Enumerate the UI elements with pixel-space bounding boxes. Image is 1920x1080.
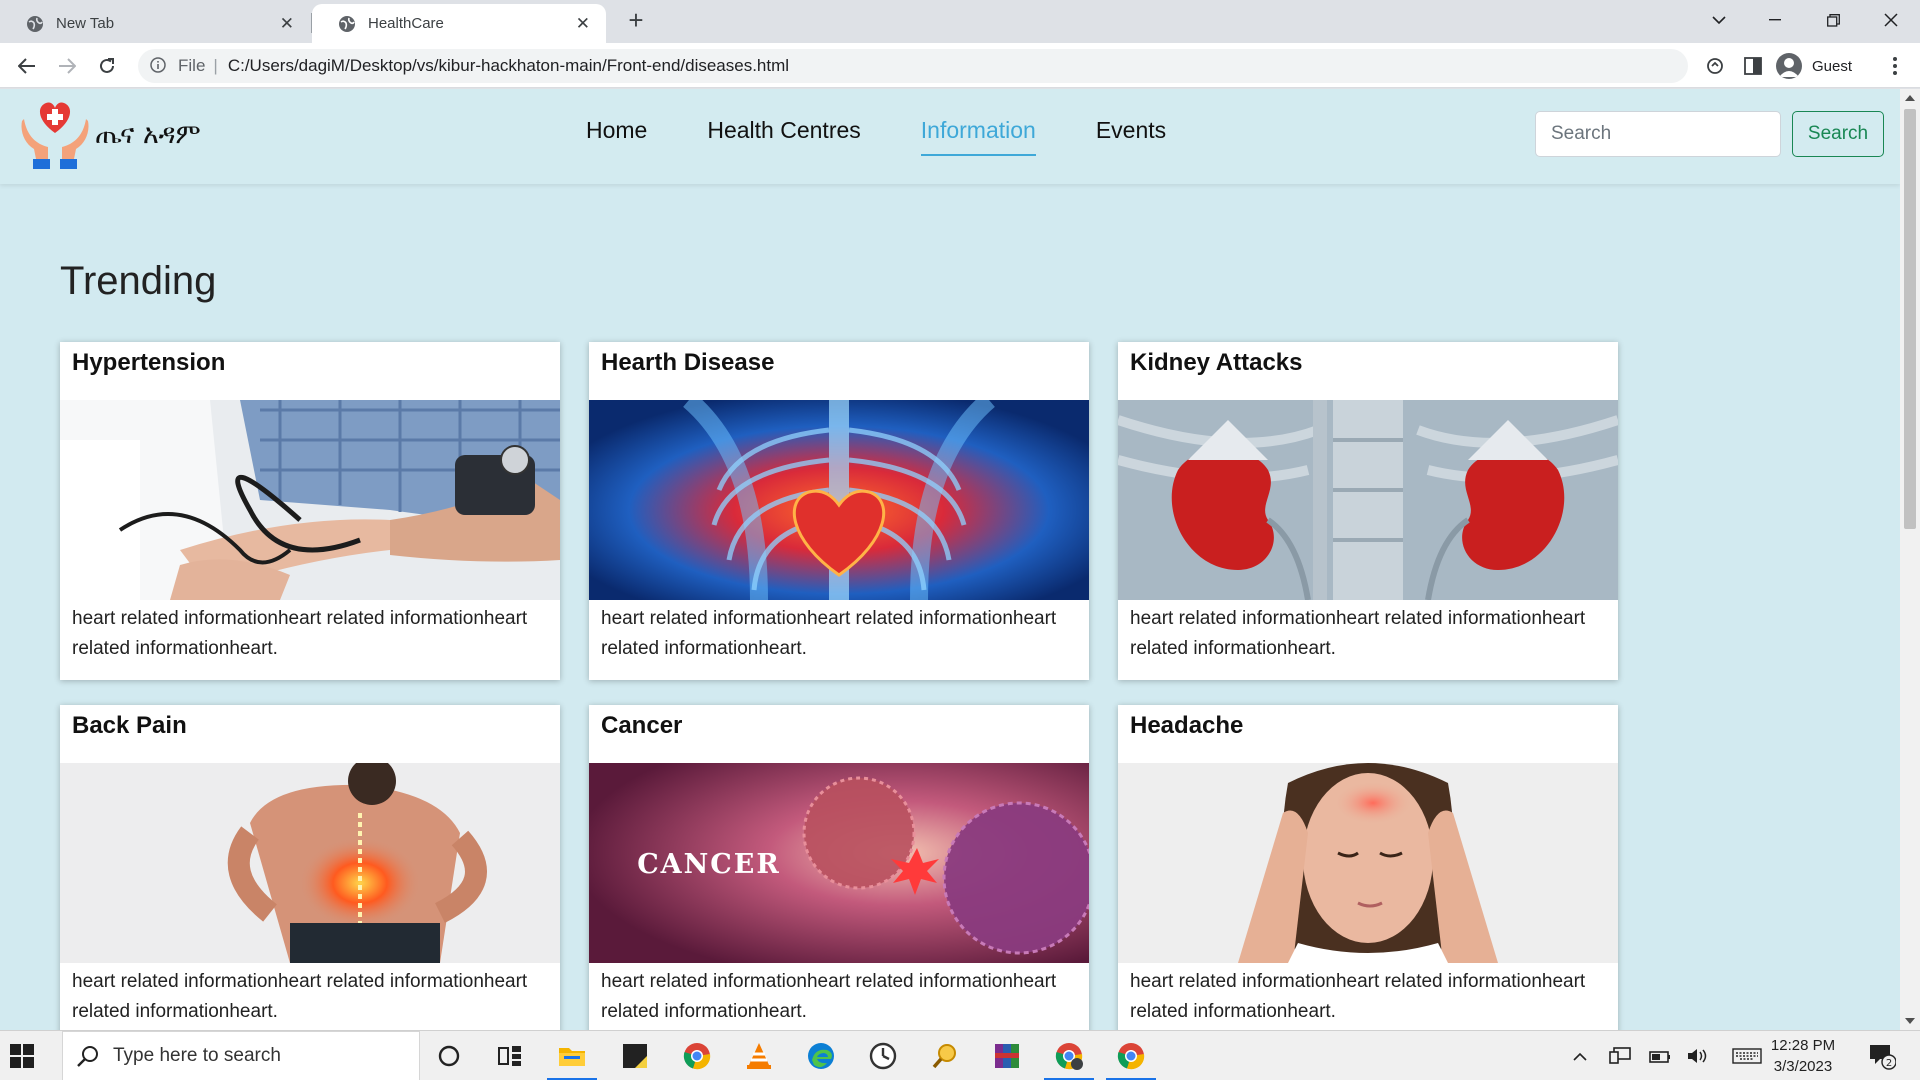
avatar-icon <box>1776 53 1802 79</box>
card-title: Headache <box>1130 712 1244 739</box>
brand-name[interactable]: ጤና አዳም <box>95 119 201 151</box>
card-text: heart related informationheart related i… <box>1130 608 1586 659</box>
globe-icon <box>26 15 44 33</box>
kidney-image <box>1118 400 1618 600</box>
search-icon <box>77 1045 99 1067</box>
tab-healthcare[interactable]: HealthCare ✕ <box>312 4 606 43</box>
edge-icon[interactable] <box>804 1038 838 1074</box>
close-window-button[interactable] <box>1868 6 1914 34</box>
card-title: Kidney Attacks <box>1130 349 1303 376</box>
clock-date: 3/3/2023 <box>1773 1058 1833 1075</box>
disease-card-back-pain[interactable]: Back Pain heart related informationheart… <box>60 705 560 1030</box>
card-text: heart related informationheart related i… <box>72 608 528 659</box>
main-nav: Home Health Centres Information Events <box>586 117 1166 156</box>
search-button[interactable]: Search <box>1792 111 1884 157</box>
profile-button[interactable]: Guest <box>1776 49 1852 83</box>
scroll-down-icon[interactable] <box>1905 1018 1915 1024</box>
chrome-active-icon[interactable] <box>1106 1038 1156 1080</box>
disease-card-kidney-attacks[interactable]: Kidney Attacks heart related information… <box>1118 342 1618 680</box>
clock-time: 12:28 PM <box>1770 1037 1836 1054</box>
windows-start-icon[interactable] <box>10 1044 34 1068</box>
card-title: Hypertension <box>72 349 226 376</box>
tab-title: HealthCare <box>368 15 444 32</box>
keyboard-icon[interactable] <box>1730 1044 1764 1068</box>
notification-center-icon[interactable]: 2 <box>1868 1042 1897 1070</box>
disease-card-cancer[interactable]: Cancer CANCER heart related informationh… <box>589 705 1089 1030</box>
windows-taskbar: Type here to search 12:28 PM 3/3/2023 2 <box>0 1030 1920 1080</box>
cancer-image-caption: CANCER <box>637 849 781 880</box>
page-scrollbar[interactable] <box>1900 89 1920 1030</box>
cortana-icon[interactable] <box>432 1038 466 1074</box>
notification-count: 2 <box>1886 1058 1892 1069</box>
battery-icon[interactable] <box>1648 1044 1672 1068</box>
nav-events[interactable]: Events <box>1096 117 1166 156</box>
address-bar[interactable]: File | C:/Users/dagiM/Desktop/vs/kibur-h… <box>138 49 1688 83</box>
cancer-image: CANCER <box>589 763 1089 963</box>
side-panel-icon[interactable] <box>1738 51 1768 81</box>
heart-disease-image <box>589 400 1089 600</box>
network-icon[interactable] <box>1608 1044 1632 1068</box>
vlc-icon[interactable] <box>742 1038 776 1074</box>
minimize-button[interactable] <box>1752 6 1798 34</box>
page-viewport: ጤና አዳም Home Health Centres Information E… <box>0 89 1900 1030</box>
search-input[interactable] <box>1535 111 1781 157</box>
chrome-icon[interactable] <box>680 1038 714 1074</box>
back-pain-image <box>60 763 560 963</box>
tab-new-tab[interactable]: New Tab ✕ <box>0 4 310 43</box>
browser-tab-bar: New Tab ✕ HealthCare ✕ + <box>0 0 1920 43</box>
card-text: heart related informationheart related i… <box>601 608 1057 659</box>
reload-button[interactable] <box>92 51 122 81</box>
site-navbar: ጤና አዳም Home Health Centres Information E… <box>0 89 1900 184</box>
task-view-icon[interactable] <box>493 1038 527 1074</box>
url-text[interactable]: C:/Users/dagiM/Desktop/vs/kibur-hackhato… <box>228 56 789 76</box>
forward-button[interactable] <box>52 51 82 81</box>
disease-card-headache[interactable]: Headache heart related informationheart … <box>1118 705 1618 1030</box>
address-separator: | <box>213 56 218 75</box>
nav-home[interactable]: Home <box>586 117 647 156</box>
extension-icon[interactable] <box>1700 51 1730 81</box>
headache-image <box>1118 763 1618 963</box>
nav-information[interactable]: Information <box>920 117 1036 156</box>
search-app-icon[interactable] <box>928 1038 962 1074</box>
browser-toolbar: File | C:/Users/dagiM/Desktop/vs/kibur-h… <box>0 43 1920 88</box>
tab-title: New Tab <box>56 15 115 32</box>
card-text: heart related informationheart related i… <box>72 971 528 1022</box>
menu-kebab-icon[interactable] <box>1880 51 1910 81</box>
volume-icon[interactable] <box>1686 1044 1710 1068</box>
chevron-up-icon[interactable] <box>1568 1044 1592 1068</box>
nav-health-centres[interactable]: Health Centres <box>707 117 860 156</box>
hypertension-image <box>60 400 560 600</box>
card-text: heart related informationheart related i… <box>601 971 1057 1022</box>
profile-label: Guest <box>1812 57 1853 75</box>
clock-app-icon[interactable] <box>866 1038 900 1074</box>
taskbar-search-placeholder: Type here to search <box>113 1045 281 1066</box>
taskbar-search-box[interactable]: Type here to search <box>62 1031 420 1080</box>
close-tab-icon[interactable]: ✕ <box>576 14 590 34</box>
back-button[interactable] <box>12 51 42 81</box>
section-title: Trending <box>60 259 217 303</box>
close-tab-icon[interactable]: ✕ <box>280 14 294 34</box>
scrollbar-thumb[interactable] <box>1904 109 1916 529</box>
winrar-icon[interactable] <box>990 1038 1024 1074</box>
file-explorer-icon[interactable] <box>547 1038 597 1080</box>
chrome-profile-icon[interactable] <box>1044 1038 1094 1080</box>
card-title: Hearth Disease <box>601 349 775 376</box>
tab-search-chevron-icon[interactable] <box>1696 6 1742 34</box>
disease-card-hypertension[interactable]: Hypertension heart related informationhe… <box>60 342 560 680</box>
taskbar-clock[interactable]: 12:28 PM 3/3/2023 <box>1765 1035 1841 1077</box>
sticky-notes-icon[interactable] <box>618 1038 652 1074</box>
healthcare-logo-icon[interactable] <box>18 97 92 173</box>
card-text: heart related informationheart related i… <box>1130 971 1586 1022</box>
scheme-label: File <box>178 56 206 75</box>
scroll-up-icon[interactable] <box>1905 95 1915 101</box>
card-title: Back Pain <box>72 712 187 739</box>
card-title: Cancer <box>601 712 683 739</box>
site-info-icon[interactable] <box>150 57 168 75</box>
disease-card-heart-disease[interactable]: Hearth Disease heart related information… <box>589 342 1089 680</box>
globe-icon <box>338 15 356 33</box>
restore-button[interactable] <box>1810 6 1856 34</box>
new-tab-button[interactable]: + <box>624 7 648 33</box>
